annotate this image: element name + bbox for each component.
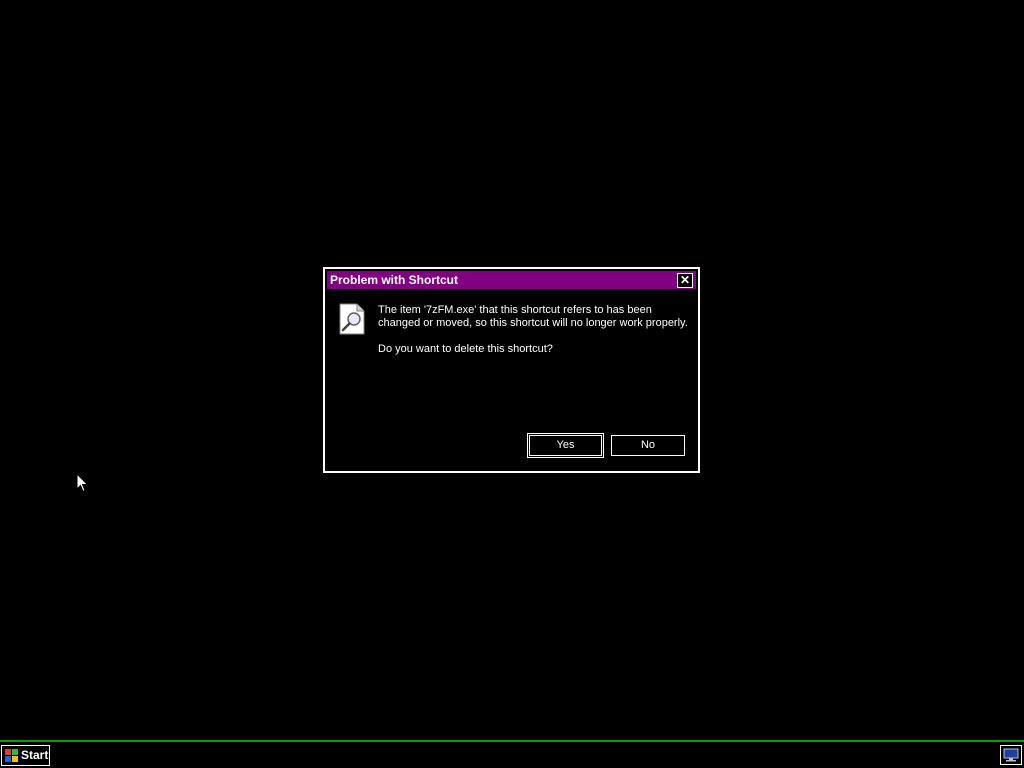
system-tray[interactable] xyxy=(1000,745,1022,765)
start-label: Start xyxy=(21,748,49,762)
mouse-cursor-icon xyxy=(76,473,89,493)
monitor-icon[interactable] xyxy=(1003,748,1019,762)
dialog-message: The item '7zFM.exe' that this shortcut r… xyxy=(378,304,688,329)
dialog-title: Problem with Shortcut xyxy=(330,273,459,287)
close-button[interactable]: ✕ xyxy=(677,273,693,288)
shortcut-problem-dialog: Problem with Shortcut ✕ The item '7zFM.e… xyxy=(323,267,700,473)
yes-button[interactable]: Yes xyxy=(527,433,604,458)
dialog-question: Do you want to delete this shortcut? xyxy=(378,343,553,355)
close-icon: ✕ xyxy=(679,273,691,287)
dialog-titlebar[interactable]: Problem with Shortcut ✕ xyxy=(327,271,696,289)
no-button[interactable]: No xyxy=(611,435,685,456)
document-search-icon xyxy=(339,303,365,335)
start-button[interactable]: Start xyxy=(1,745,50,766)
windows-logo-icon xyxy=(5,749,18,762)
taskbar: Start xyxy=(0,740,1024,768)
